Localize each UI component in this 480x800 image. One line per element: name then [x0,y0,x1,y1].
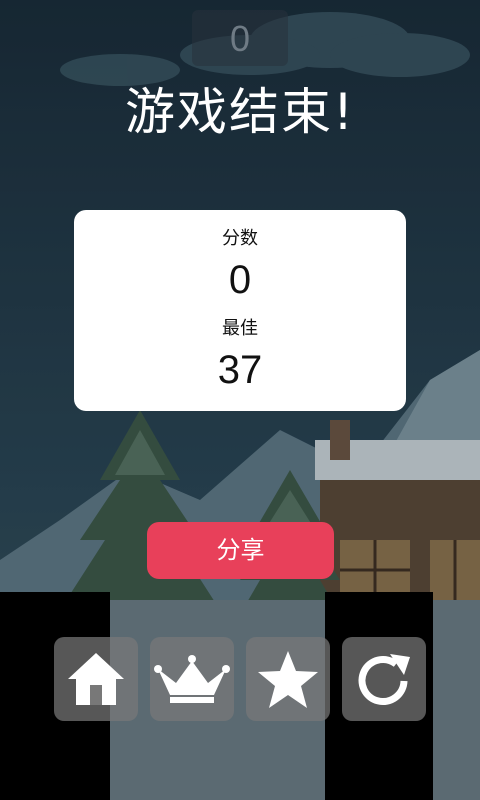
share-button[interactable]: 分享 [147,522,334,579]
home-icon [68,653,124,705]
restart-button[interactable] [342,637,426,721]
home-button[interactable] [54,637,138,721]
score-label: 分数 [222,228,258,249]
game-over-title: 游戏结束! [124,83,356,141]
result-card: 分数 0 最佳 37 [74,210,406,411]
best-value: 37 [217,348,263,392]
score-value: 0 [228,258,252,302]
restart-icon [358,654,410,705]
rate-button[interactable] [246,637,330,721]
best-label: 最佳 [222,318,258,339]
star-icon [258,651,318,708]
crown-icon [154,655,230,703]
leaderboard-button[interactable] [150,637,234,721]
current-score-display: 0 [192,10,288,66]
